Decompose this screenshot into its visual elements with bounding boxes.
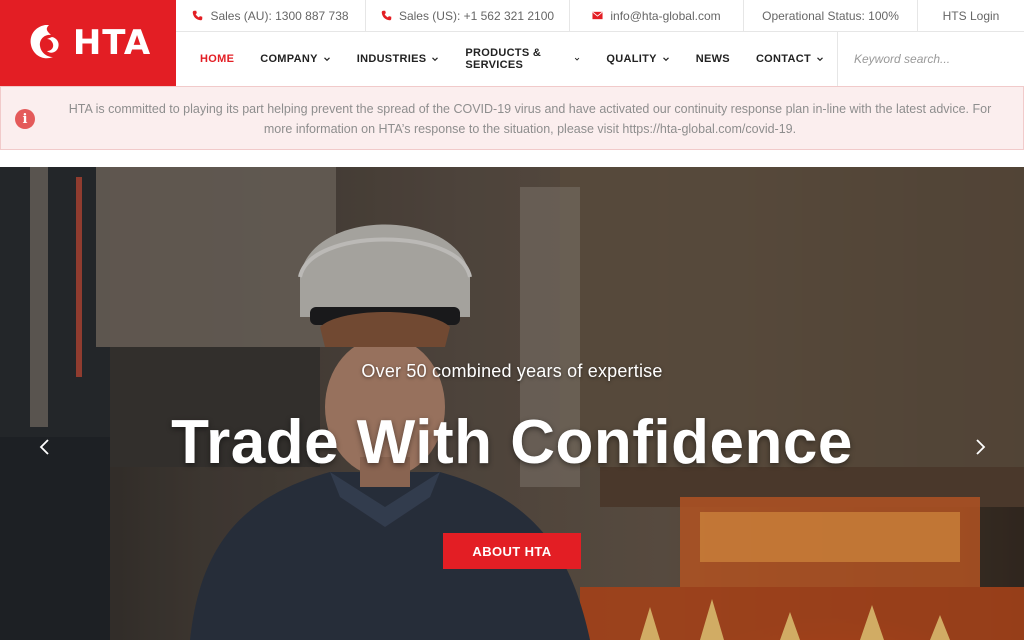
operational-status-label: Operational Status: 100% <box>762 8 899 23</box>
alert-text: HTA is committed to playing its part hel… <box>68 102 992 136</box>
hts-login-link[interactable]: HTS Login <box>918 0 1024 31</box>
nav-item-label: QUALITY <box>606 53 657 65</box>
chevron-down-icon <box>575 57 580 61</box>
chevron-down-icon <box>432 57 439 62</box>
chevron-down-icon <box>817 57 823 62</box>
top-utility-bar: Sales (AU): 1300 887 738 Sales (US): +1 … <box>176 0 1024 32</box>
nav-item-label: HOME <box>200 53 235 65</box>
operational-status[interactable]: Operational Status: 100% <box>744 0 918 31</box>
nav-item-label: INDUSTRIES <box>356 53 427 65</box>
nav-item-industries[interactable]: INDUSTRIES <box>344 32 453 86</box>
nav-item-label: COMPANY <box>260 53 318 65</box>
phone-icon <box>381 10 392 21</box>
main-nav: HOME COMPANY INDUSTRIES PRODUCTS & SERVI… <box>176 32 1024 86</box>
about-hta-button[interactable]: ABOUT HTA <box>443 533 581 569</box>
search-input[interactable] <box>854 52 1024 66</box>
phone-icon <box>193 10 203 21</box>
email-link[interactable]: info@hta-global.com <box>570 0 744 31</box>
mail-icon <box>592 11 603 20</box>
hts-login-label: HTS Login <box>942 8 1000 23</box>
nav-item-company[interactable]: COMPANY <box>247 32 344 86</box>
covid-alert: i HTA is committed to playing its part h… <box>0 86 1024 150</box>
dragon-icon <box>30 25 59 59</box>
hero-title: Trade With Confidence <box>171 408 853 477</box>
sales-us-label: Sales (US): +1 562 321 2100 <box>398 8 555 23</box>
nav-item-quality[interactable]: QUALITY <box>593 32 682 86</box>
chevron-down-icon <box>323 57 330 62</box>
brand-name: HTA <box>72 23 152 63</box>
nav-item-label: CONTACT <box>755 53 811 65</box>
sales-au-link[interactable]: Sales (AU): 1300 887 738 <box>176 0 366 31</box>
nav-item-home[interactable]: HOME <box>176 32 247 86</box>
nav-item-contact[interactable]: CONTACT <box>743 32 837 86</box>
email-label: info@hta-global.com <box>610 8 721 23</box>
nav-item-label: NEWS <box>695 53 730 65</box>
nav-item-products-services[interactable]: PRODUCTS & SERVICES <box>452 32 593 86</box>
hero-subtitle: Over 50 combined years of expertise <box>361 361 663 381</box>
info-icon: i <box>15 109 35 129</box>
hero-slider: Over 50 combined years of expertise Trad… <box>0 167 1024 640</box>
chevron-down-icon <box>662 57 669 62</box>
nav-item-label: PRODUCTS & SERVICES <box>465 47 542 71</box>
search-box <box>837 32 1024 86</box>
logo[interactable]: HTA <box>0 0 176 86</box>
hero-overlay <box>0 167 1024 640</box>
sales-us-link[interactable]: Sales (US): +1 562 321 2100 <box>366 0 570 31</box>
sales-au-label: Sales (AU): 1300 887 738 <box>210 8 349 23</box>
nav-item-news[interactable]: NEWS <box>683 32 743 86</box>
